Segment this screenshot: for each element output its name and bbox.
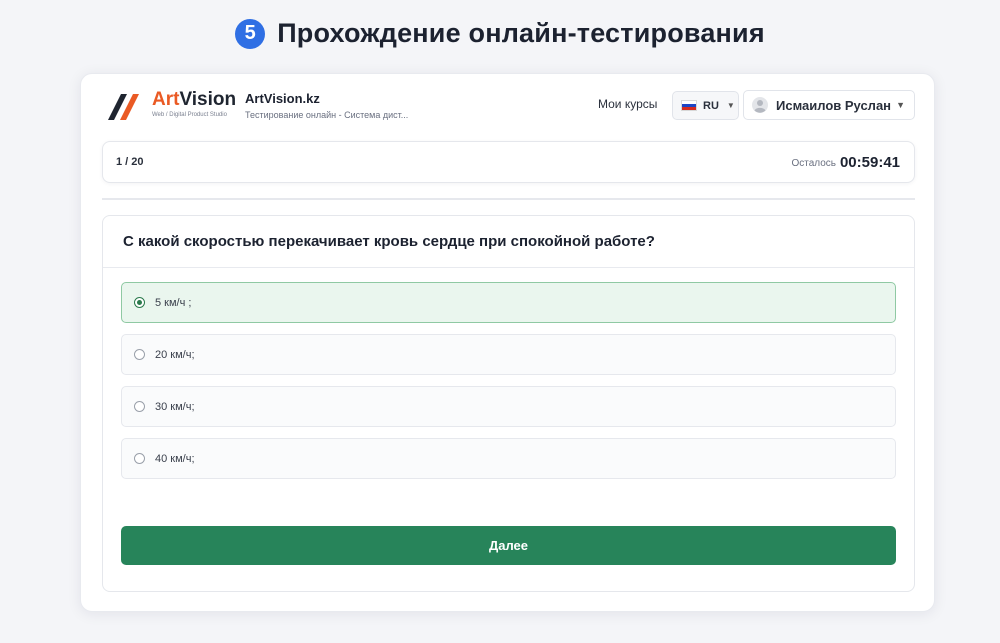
chevron-down-icon: ▼ (726, 101, 735, 110)
user-menu[interactable]: Исмаилов Руслан ▼ (743, 90, 915, 120)
question-card: С какой скоростью перекачивает кровь сер… (102, 215, 915, 592)
radio-button[interactable] (134, 297, 145, 308)
radio-button[interactable] (134, 401, 145, 412)
answer-option[interactable]: 40 км/ч; (121, 438, 896, 479)
radio-button[interactable] (134, 349, 145, 360)
page-title: Прохождение онлайн-тестирования (277, 18, 765, 48)
countdown-timer: 00:59:41 (839, 154, 900, 171)
artvision-logo[interactable]: ArtVision Web / Digital Product Studio (108, 90, 236, 122)
logo-name: ArtVision (152, 90, 236, 110)
section-divider (102, 198, 915, 200)
my-courses-link[interactable]: Мои курсы (598, 97, 657, 111)
question-text: С какой скоростью перекачивает кровь сер… (123, 233, 655, 250)
logo-tagline: Web / Digital Product Studio (152, 112, 227, 118)
radio-button[interactable] (134, 453, 145, 464)
step-number-badge: 5 (235, 18, 266, 49)
site-title: ArtVision.kz (245, 91, 320, 106)
logo-name-art: Art (152, 89, 180, 110)
chevron-down-icon: ▼ (896, 100, 905, 110)
answer-option[interactable]: 20 км/ч; (121, 334, 896, 375)
answer-label: 5 км/ч ; (155, 296, 192, 309)
user-name: Исмаилов Руслан (776, 97, 892, 113)
logo-words: ArtVision Web / Digital Product Studio (152, 90, 236, 119)
answer-option[interactable]: 5 км/ч ; (121, 282, 896, 323)
time-remaining-label: Осталось (791, 158, 836, 169)
radio-selected-dot (137, 300, 142, 305)
answer-label: 30 км/ч; (155, 400, 195, 413)
site-subtitle: Тестирование онлайн - Система дист... (245, 110, 409, 120)
question-separator (103, 267, 914, 268)
next-button[interactable]: Далее (121, 526, 896, 565)
answer-label: 20 км/ч; (155, 348, 195, 361)
app-window: ArtVision Web / Digital Product Studio A… (80, 73, 935, 612)
russia-flag-icon (681, 100, 697, 111)
artvision-logo-mark-icon (108, 94, 139, 120)
user-avatar-icon (752, 97, 768, 113)
logo-name-vision: Vision (179, 89, 237, 110)
site-info: ArtVision.kz Тестирование онлайн - Систе… (245, 91, 408, 120)
answer-option[interactable]: 30 км/ч; (121, 386, 896, 427)
language-code: RU (703, 99, 719, 112)
page-heading: 5 Прохождение онлайн-тестирования (0, 18, 1000, 49)
answer-label: 40 км/ч; (155, 452, 195, 465)
question-counter: 1 / 20 (116, 156, 144, 168)
test-progress-bar: 1 / 20 Осталось 00:59:41 (102, 141, 915, 183)
language-selector[interactable]: RU ▼ (672, 91, 739, 120)
